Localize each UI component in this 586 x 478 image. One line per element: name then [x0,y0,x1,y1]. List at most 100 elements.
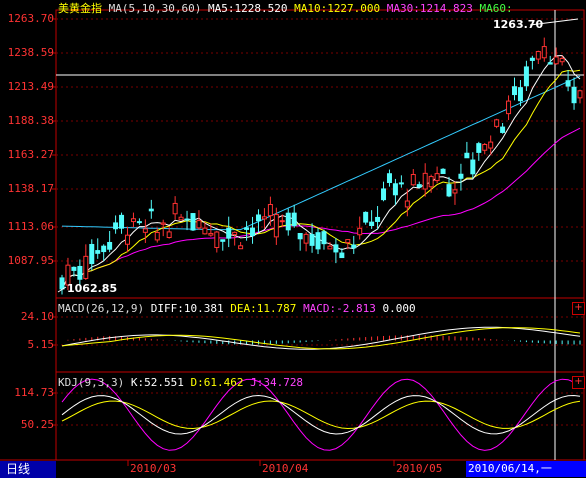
candle-body [440,168,446,175]
candle-body [476,143,482,153]
candle-body [113,222,119,230]
ma60-line [61,75,581,231]
candle-body [297,233,303,240]
candle-body [279,220,285,223]
price-tick: 1238.59 [7,46,54,59]
date-tick: 2010/04 [262,462,309,475]
ma5-line [61,54,581,290]
candle-body [208,232,214,236]
candle-body [95,250,101,254]
candle-body [363,211,369,223]
candle-body [267,204,273,217]
candle-body [398,182,404,185]
candle-body [506,100,512,115]
ma-params: MA(5,10,30,60) [108,2,202,15]
kdj-params: KDJ(9,3,3) [58,376,125,389]
candle-body [541,46,547,59]
candle-body [202,227,208,235]
macd-header: MACD(26,12,9) DIFF:10.381 DEA:11.787 MAC… [58,302,416,316]
candle-body [422,172,428,190]
stock-chart-canvas[interactable] [0,0,586,478]
candle-body [119,214,125,229]
ma10-value: MA10:1227.000 [294,2,381,15]
candle-body [273,214,279,238]
candle-body [89,243,95,265]
candle-body [452,189,458,194]
macd-tick: 5.15 [27,338,55,351]
candle-body [309,234,315,246]
candle-body [553,56,559,65]
candle-body [392,183,398,196]
candle-body [386,173,392,183]
macd-tick: 24.10 [20,310,54,323]
ma10-line [61,69,581,290]
candle-body [124,234,130,245]
candle-body [232,231,238,236]
price-tick: 1087.95 [7,254,54,267]
candle-body [142,228,148,233]
price-tick: 1188.38 [7,114,54,127]
expand-kdj-button[interactable]: + [572,376,585,389]
kdj-tick: 114.73 [14,386,54,399]
candle-body [321,231,327,245]
low-price-label: 1062.85 [67,282,118,295]
candle-body [255,214,261,222]
candle-body [154,231,160,241]
price-tick: 1263.70 [7,12,54,25]
candle-body [59,277,65,290]
candle-body [327,245,333,250]
price-tick: 1138.17 [7,182,54,195]
macd-dea: DEA:11.787 [230,302,297,315]
candle-body [577,90,583,99]
kdj-d-line [61,400,581,430]
expand-macd-button[interactable]: + [572,302,585,315]
kdj-tick: 50.25 [20,418,54,431]
period-tab[interactable]: 日线 [0,461,56,478]
candle-body [470,159,476,175]
candle-body [244,227,250,230]
cursor-date-label: 2010/06/14,一 [466,461,586,477]
candle-body [71,266,77,271]
date-tick: 2010/03 [130,462,177,475]
candle-body [446,184,452,197]
candle-body [571,86,577,104]
kdj-header: KDJ(9,3,3) K:52.551 D:61.462 J:34.728 [58,376,303,390]
candle-body [357,227,363,236]
candle-body [107,241,113,250]
candle-body [238,245,244,250]
candle-body [166,231,172,238]
candle-body [404,200,410,208]
candle-body [220,239,226,242]
candle-body [351,244,357,249]
candle-body [410,174,416,186]
candle-body [291,212,297,227]
candle-body [517,87,523,102]
candle-body [547,62,553,65]
candle-body [458,173,464,179]
candle-body [178,216,184,221]
macd-diff: DIFF:10.381 [150,302,224,315]
candle-body [77,265,83,280]
ma60-value: MA60: [479,2,513,15]
candle-body [529,57,535,61]
candle-body [303,233,309,244]
candle-body [130,218,136,223]
candle-body [339,252,345,259]
candle-body [148,208,154,212]
candle-body [250,227,256,237]
price-tick: 1163.27 [7,148,54,161]
macd-extra: 0.000 [382,302,416,315]
candle-body [434,173,440,182]
ma30-value: MA30:1214.823 [386,2,473,15]
kdj-k: K:52.551 [130,376,184,389]
candle-body [500,126,506,133]
candle-body [190,213,196,231]
candle-body [214,231,220,248]
candle-body [565,80,571,87]
price-header: 美黄金指 MA(5,10,30,60) MA5:1228.520 MA10:12… [58,2,513,16]
candle-body [535,51,541,60]
candle-body [464,152,470,159]
candle-body [428,176,434,188]
candle-body [315,232,321,250]
price-tick: 1113.06 [7,220,54,233]
